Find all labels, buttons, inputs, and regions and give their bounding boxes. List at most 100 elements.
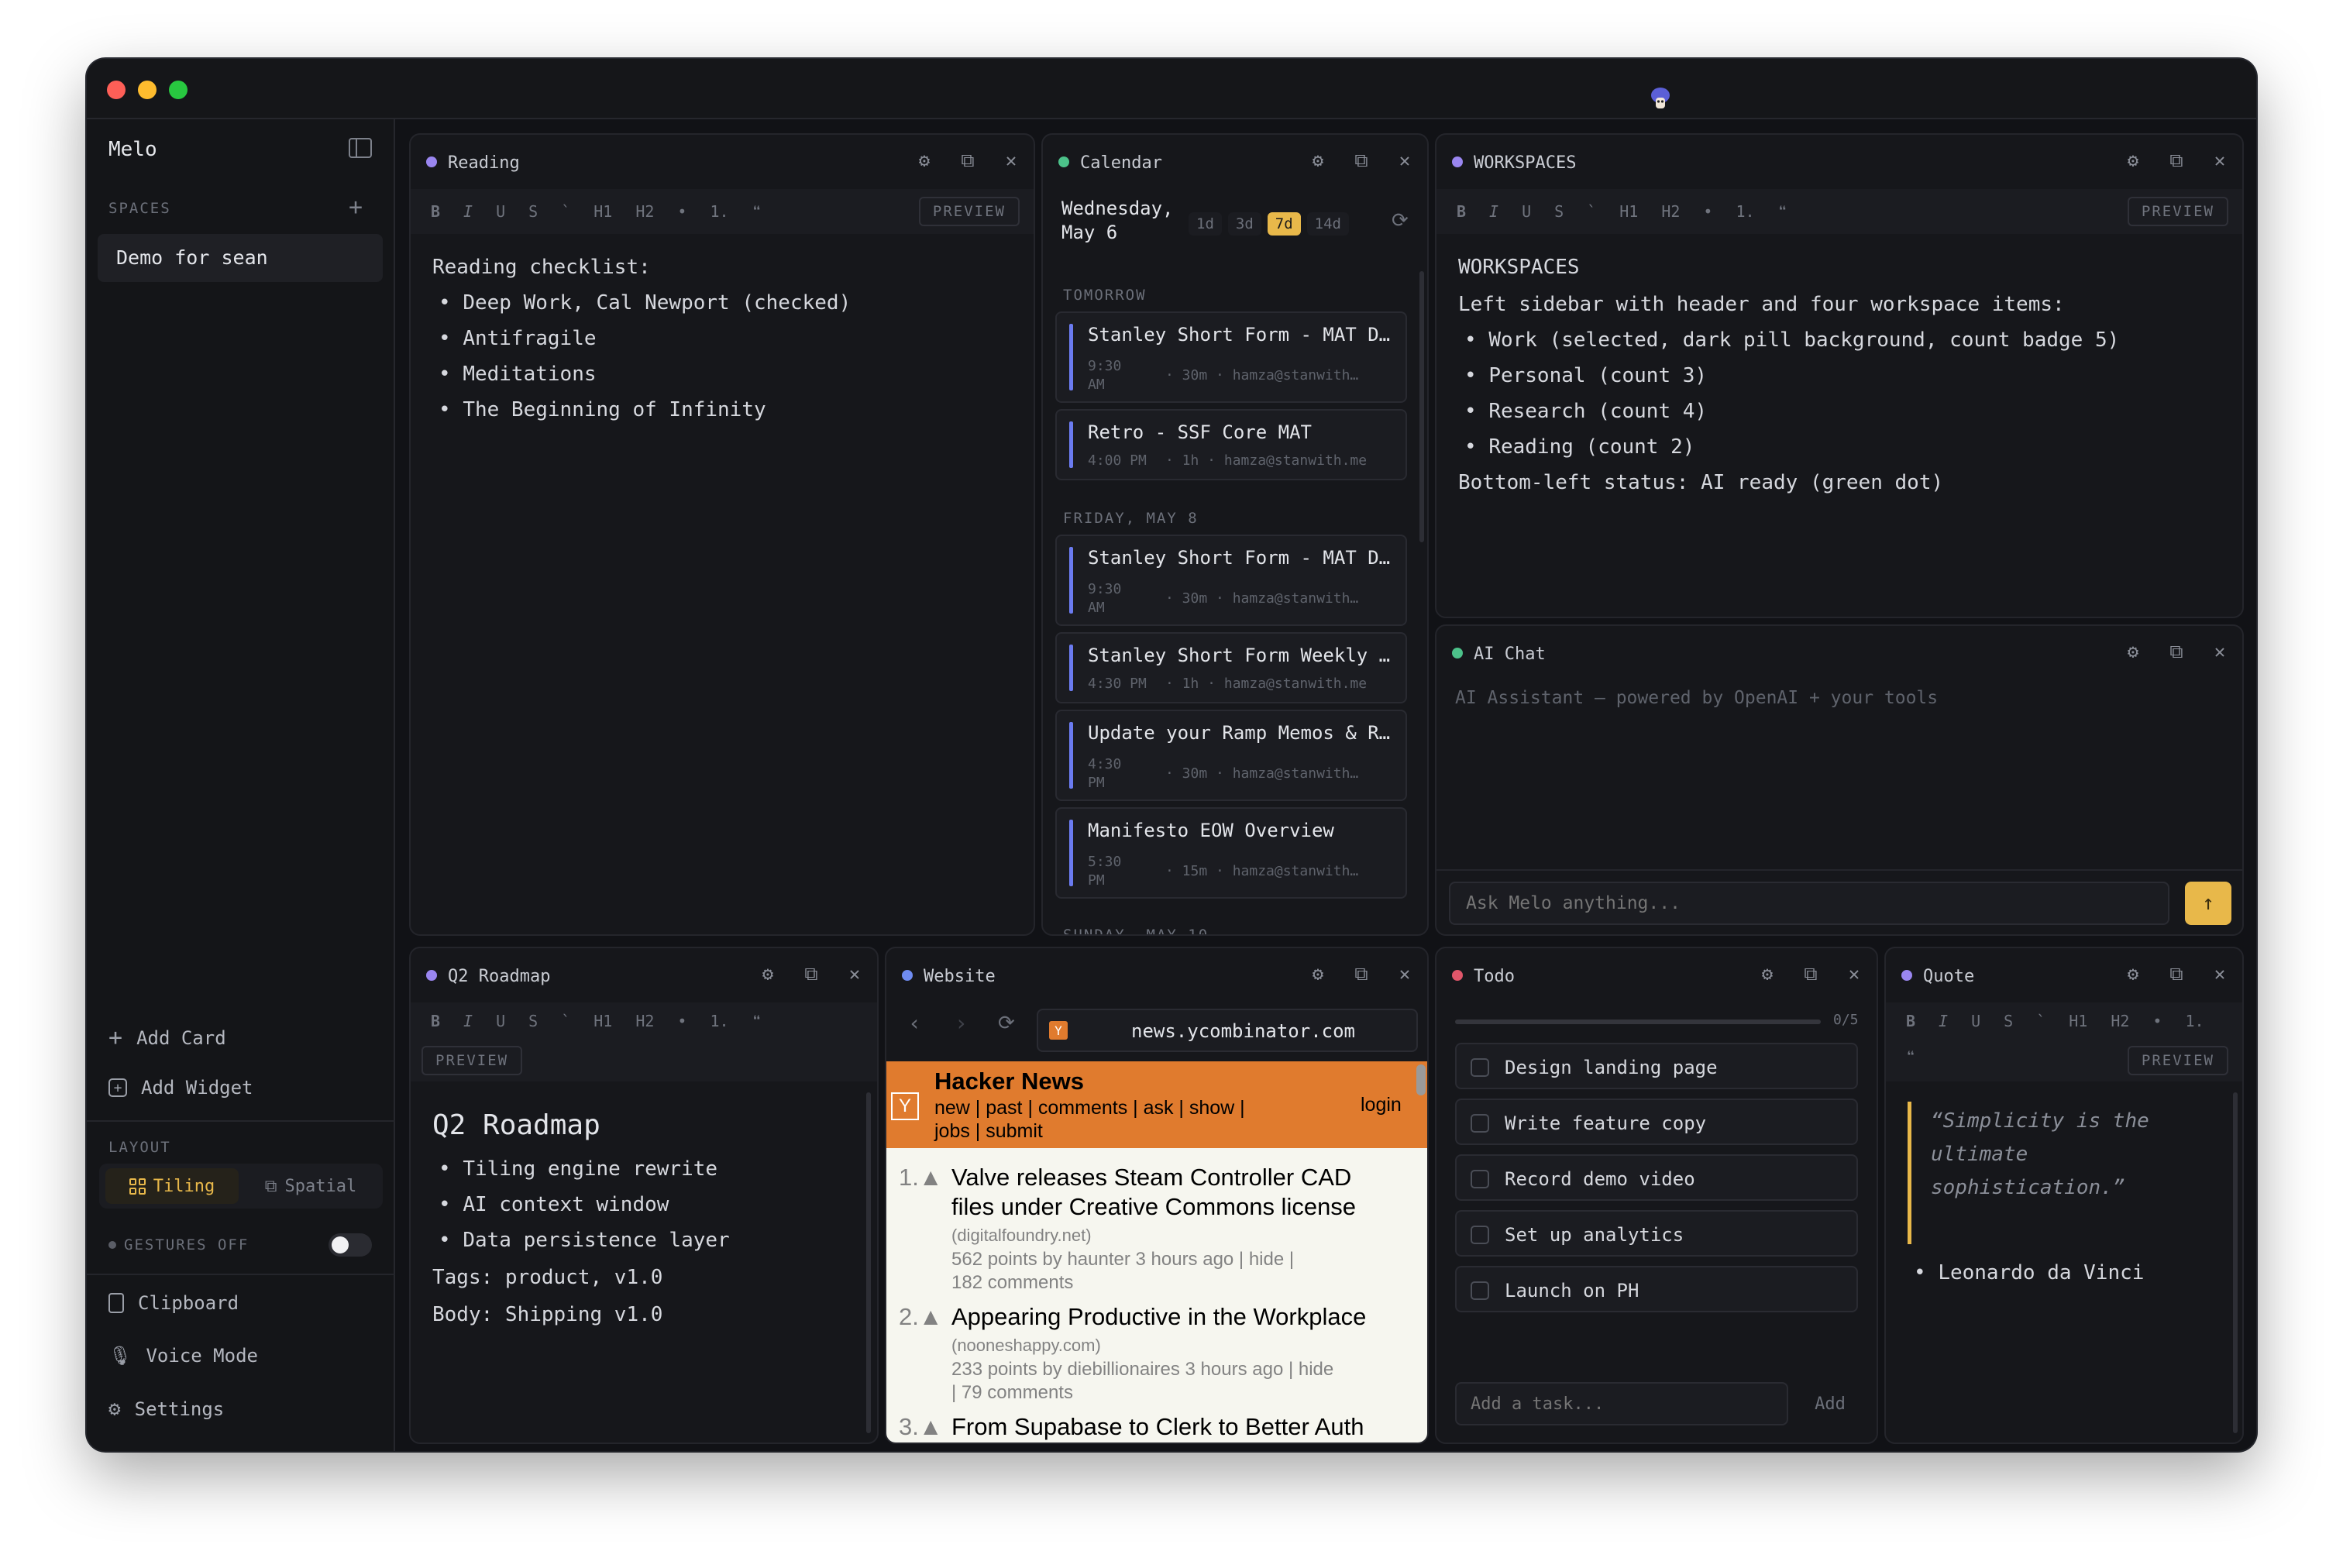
toggle-sidebar-icon[interactable] — [349, 138, 372, 158]
todo-item[interactable]: Write feature copy — [1455, 1099, 1858, 1145]
h1-button[interactable]: H1 — [593, 202, 612, 221]
code-button[interactable]: ` — [1587, 202, 1596, 221]
underline-button[interactable]: U — [1971, 1012, 1980, 1030]
maximize-window-button[interactable] — [169, 81, 188, 99]
numbered-list-button[interactable]: 1. — [1736, 202, 1754, 221]
bullet-list-button[interactable]: • — [677, 202, 686, 221]
gear-icon[interactable]: ⚙ — [2121, 962, 2145, 985]
h1-button[interactable]: H1 — [2069, 1012, 2087, 1030]
add-card-button[interactable]: + Add Card — [108, 1024, 226, 1051]
web-view[interactable]: Y Hacker News new | past | comments | as… — [886, 1061, 1427, 1442]
bullet-list-button[interactable]: • — [1703, 202, 1712, 221]
close-icon[interactable]: ✕ — [2208, 962, 2231, 985]
bold-button[interactable]: B — [431, 202, 440, 221]
story-title[interactable]: Appearing Productive in the Workplace — [951, 1303, 1366, 1331]
italic-button[interactable]: I — [1489, 202, 1498, 221]
hn-site-name[interactable]: Hacker News — [934, 1068, 1084, 1095]
preview-button[interactable]: PREVIEW — [918, 197, 1020, 226]
strike-button[interactable]: S — [1554, 202, 1564, 221]
gear-icon[interactable]: ⚙ — [1306, 962, 1330, 985]
preview-button[interactable]: PREVIEW — [421, 1046, 523, 1075]
range-7d-button[interactable]: 7d — [1267, 212, 1301, 236]
todo-checkbox[interactable] — [1471, 1170, 1489, 1188]
story-site[interactable]: (nooneshappy.com) — [951, 1336, 1101, 1356]
gear-icon[interactable]: ⚙ — [913, 149, 936, 172]
reload-icon[interactable]: ⟳ — [998, 1012, 1015, 1035]
layout-spatial-button[interactable]: ⧉ Spatial — [245, 1168, 377, 1204]
calendar-event[interactable]: Update your Ramp Memos & R… 4:30 PM · 30m ·… — [1055, 710, 1407, 801]
range-3d-button[interactable]: 3d — [1227, 212, 1261, 236]
story-site[interactable]: (digitalfoundry.net) — [951, 1226, 1092, 1246]
underline-button[interactable]: U — [1522, 202, 1531, 221]
h2-button[interactable]: H2 — [1661, 202, 1680, 221]
bullet-list-button[interactable]: • — [677, 1012, 686, 1030]
hn-nav[interactable]: new | past | comments | ask | show | — [934, 1097, 1245, 1119]
external-link-icon[interactable]: ⧉ — [2165, 640, 2188, 663]
close-window-button[interactable] — [107, 81, 126, 99]
bold-button[interactable]: B — [1457, 202, 1466, 221]
close-icon[interactable]: ✕ — [2208, 640, 2231, 663]
numbered-list-button[interactable]: 1. — [710, 202, 728, 221]
gestures-toggle[interactable] — [329, 1233, 372, 1257]
url-bar[interactable]: Y news.ycombinator.com — [1037, 1009, 1418, 1052]
gear-icon[interactable]: ⚙ — [1756, 962, 1779, 985]
numbered-list-button[interactable]: 1. — [710, 1012, 728, 1030]
close-icon[interactable]: ✕ — [999, 149, 1023, 172]
settings-button[interactable]: ⚙ Settings — [108, 1398, 224, 1421]
hn-logo[interactable]: Y — [891, 1092, 919, 1120]
external-link-icon[interactable]: ⧉ — [956, 149, 979, 172]
bold-button[interactable]: B — [431, 1012, 440, 1030]
external-link-icon[interactable]: ⧉ — [1350, 149, 1373, 172]
clipboard-button[interactable]: Clipboard — [108, 1292, 239, 1314]
calendar-scrollbar[interactable] — [1419, 271, 1424, 542]
close-icon[interactable]: ✕ — [2208, 149, 2231, 172]
italic-button[interactable]: I — [463, 1012, 473, 1030]
quote-button[interactable]: ❝ — [752, 1012, 762, 1030]
range-14d-button[interactable]: 14d — [1306, 212, 1349, 236]
space-item-demo[interactable]: Demo for sean — [98, 234, 383, 282]
h2-button[interactable]: H2 — [2111, 1012, 2129, 1030]
quote-button[interactable]: ❝ — [1906, 1047, 1915, 1066]
refresh-icon[interactable]: ⟳ — [1392, 209, 1409, 232]
layout-tiling-button[interactable]: Tiling — [105, 1168, 239, 1204]
code-button[interactable]: ` — [561, 1012, 570, 1030]
h1-button[interactable]: H1 — [1619, 202, 1638, 221]
gear-icon[interactable]: ⚙ — [1306, 149, 1330, 172]
calendar-event[interactable]: Stanley Short Form Weekly … 4:30 PM · 1h ·… — [1055, 632, 1407, 703]
add-task-input[interactable] — [1455, 1382, 1788, 1425]
todo-item[interactable]: Design landing page — [1455, 1043, 1858, 1089]
todo-item[interactable]: Launch on PH — [1455, 1266, 1858, 1312]
forward-icon[interactable]: › — [955, 1010, 968, 1036]
voice-mode-button[interactable]: 🎙 Voice Mode — [108, 1345, 258, 1367]
strike-button[interactable]: S — [528, 202, 538, 221]
preview-button[interactable]: PREVIEW — [2127, 1046, 2228, 1075]
close-icon[interactable]: ✕ — [1393, 962, 1416, 985]
underline-button[interactable]: U — [496, 1012, 505, 1030]
close-icon[interactable]: ✕ — [843, 962, 866, 985]
story-subtext[interactable]: 182 comments — [951, 1272, 1073, 1294]
underline-button[interactable]: U — [496, 202, 505, 221]
code-button[interactable]: ` — [561, 202, 570, 221]
bullet-list-button[interactable]: • — [2152, 1012, 2162, 1030]
roadmap-scrollbar[interactable] — [866, 1092, 871, 1433]
external-link-icon[interactable]: ⧉ — [2165, 149, 2188, 172]
add-widget-button[interactable]: + Add Widget — [108, 1077, 253, 1099]
calendar-event[interactable]: Stanley Short Form - MAT D… 9:30 AM · 30m ·… — [1055, 535, 1407, 626]
italic-button[interactable]: I — [1939, 1012, 1948, 1030]
todo-checkbox[interactable] — [1471, 1058, 1489, 1077]
gear-icon[interactable]: ⚙ — [2121, 640, 2145, 663]
external-link-icon[interactable]: ⧉ — [800, 962, 823, 985]
todo-item[interactable]: Set up analytics — [1455, 1210, 1858, 1257]
close-icon[interactable]: ✕ — [1393, 149, 1416, 172]
calendar-event[interactable]: Stanley Short Form - MAT D… 9:30 AM · 30m ·… — [1055, 311, 1407, 403]
h2-button[interactable]: H2 — [635, 1012, 654, 1030]
story-title[interactable]: Valve releases Steam Controller CAD — [951, 1164, 1351, 1191]
ai-chat-input[interactable] — [1449, 882, 2169, 925]
external-link-icon[interactable]: ⧉ — [1799, 962, 1822, 985]
minimize-window-button[interactable] — [138, 81, 157, 99]
numbered-list-button[interactable]: 1. — [2185, 1012, 2204, 1030]
quote-scrollbar[interactable] — [2233, 1092, 2238, 1433]
range-1d-button[interactable]: 1d — [1189, 212, 1222, 236]
external-link-icon[interactable]: ⧉ — [1350, 962, 1373, 985]
close-icon[interactable]: ✕ — [1842, 962, 1866, 985]
